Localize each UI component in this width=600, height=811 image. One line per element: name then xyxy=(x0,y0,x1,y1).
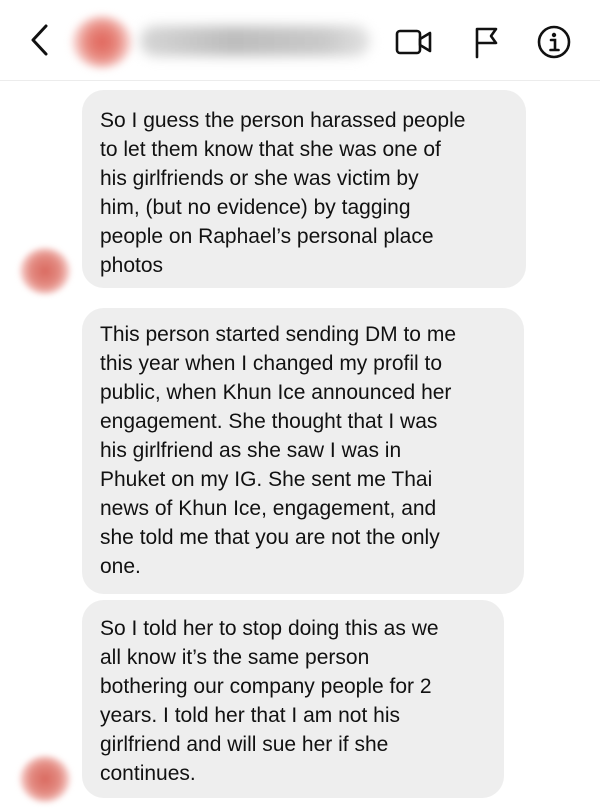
video-camera-icon xyxy=(395,29,432,55)
message-bubble[interactable]: So I told her to stop doing this as we a… xyxy=(82,600,504,798)
info-icon xyxy=(537,25,571,59)
message-text: This person started sending DM to me thi… xyxy=(100,323,456,578)
chevron-left-icon xyxy=(31,24,48,56)
sender-avatar[interactable] xyxy=(20,756,70,802)
message-text: So I told her to stop doing this as we a… xyxy=(100,617,439,785)
flag-icon xyxy=(475,27,498,59)
info-button[interactable] xyxy=(534,22,574,62)
video-call-button[interactable] xyxy=(394,22,434,62)
message-text: So I guess the person harassed people to… xyxy=(100,109,466,277)
contact-avatar[interactable] xyxy=(72,16,132,68)
contact-name-redacted[interactable] xyxy=(140,26,370,56)
report-button[interactable] xyxy=(466,22,506,62)
sender-avatar[interactable] xyxy=(20,248,70,294)
conversation-header xyxy=(0,0,600,81)
message-bubble[interactable]: This person started sending DM to me thi… xyxy=(82,308,524,594)
back-button[interactable] xyxy=(22,22,58,58)
message-bubble[interactable]: So I guess the person harassed people to… xyxy=(82,90,526,288)
